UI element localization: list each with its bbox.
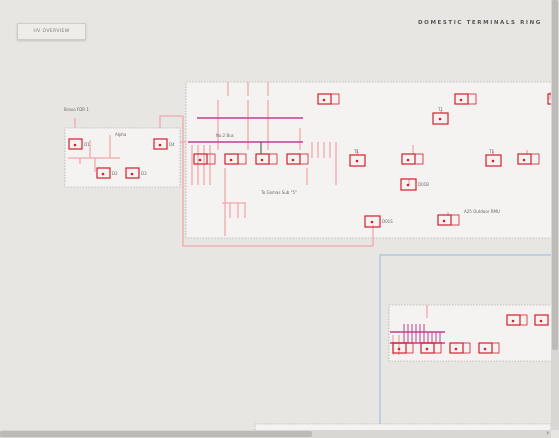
scroll-thumb[interactable] — [552, 0, 558, 350]
no2-bus-label: No.2 Bus — [216, 133, 234, 138]
d1-label: D1 — [84, 142, 90, 147]
horizontal-scrollbar[interactable]: › — [0, 429, 551, 438]
t1-label: T1 — [353, 149, 359, 154]
to-gomas-label: To Gomas Sub "5" — [260, 190, 297, 195]
d01s-label: D01S — [382, 219, 393, 224]
d2-label: D2 — [112, 171, 118, 176]
a25-outdoor-label: A25 Outdoor RMU — [464, 209, 500, 214]
d3-label: D3 — [141, 171, 147, 176]
alpha-label: Alpha — [115, 132, 127, 137]
main-panel — [185, 81, 551, 239]
d01b-label: D01B — [418, 182, 429, 187]
t1-label: T1 — [488, 149, 494, 154]
t1-label: T1 — [437, 107, 443, 112]
bravo-feeder-label: Bravo FDR 1 — [64, 107, 89, 112]
scroll-thumb[interactable] — [0, 431, 312, 437]
vertical-scrollbar[interactable] — [551, 0, 559, 430]
scroll-right-icon[interactable]: › — [546, 429, 549, 437]
single-line-diagram: Bravo FDR 1 Alpha D1 D2 D3 D4 No.2 Bus T… — [64, 81, 551, 430]
d4-label: D4 — [169, 142, 175, 147]
